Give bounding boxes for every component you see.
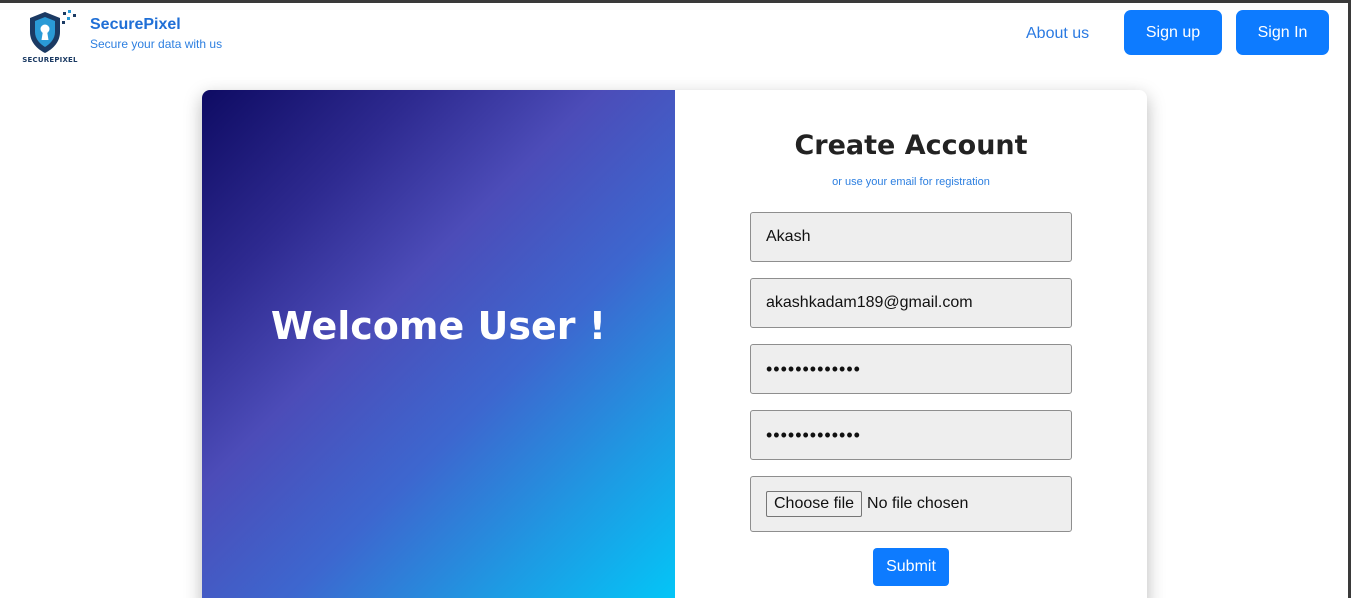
sign-in-button[interactable]: Sign In: [1236, 10, 1329, 55]
create-account-form: Create Account or use your email for reg…: [675, 90, 1147, 598]
file-status: No file chosen: [867, 495, 969, 512]
confirm-password-field[interactable]: •••••••••••••: [750, 410, 1072, 460]
email-field[interactable]: akashkadam189@gmail.com: [750, 278, 1072, 328]
brand[interactable]: SECUREPIXEL SecurePixel Secure your data…: [22, 8, 222, 64]
form-subtitle: or use your email for registration: [832, 176, 990, 188]
navbar: SECUREPIXEL SecurePixel Secure your data…: [0, 3, 1348, 75]
name-field[interactable]: Akash: [750, 212, 1072, 262]
about-us-link[interactable]: About us: [1026, 25, 1089, 43]
welcome-heading: Welcome User !: [270, 304, 607, 348]
submit-button[interactable]: Submit: [873, 548, 949, 586]
brand-name: SecurePixel: [90, 16, 181, 33]
welcome-panel: Welcome User !: [202, 90, 675, 598]
brand-text: SecurePixel Secure your data with us: [90, 16, 222, 51]
signup-card: Welcome User ! Create Account or use you…: [202, 90, 1147, 598]
logo-wordmark: SECUREPIXEL: [22, 56, 78, 64]
form-title: Create Account: [794, 130, 1028, 161]
brand-tagline: Secure your data with us: [90, 37, 223, 51]
shield-keyhole-icon: SECUREPIXEL: [22, 8, 78, 64]
file-upload-field: Choose file No file chosen: [750, 476, 1072, 532]
choose-file-button[interactable]: Choose file: [766, 491, 863, 517]
sign-up-button[interactable]: Sign up: [1124, 10, 1222, 55]
password-field[interactable]: •••••••••••••: [750, 344, 1072, 394]
